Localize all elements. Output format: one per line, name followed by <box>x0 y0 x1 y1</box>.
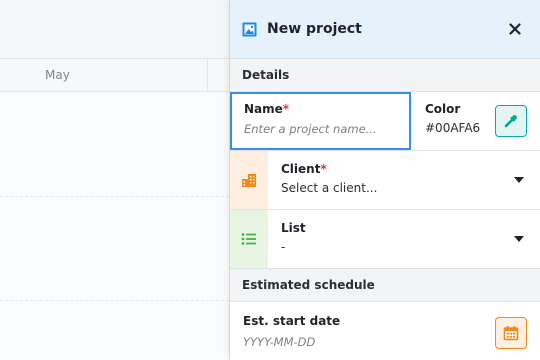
close-icon <box>509 23 521 35</box>
client-icon-cell <box>230 151 268 209</box>
section-details: Details <box>230 59 540 92</box>
client-label: Client* <box>281 162 540 176</box>
list-select[interactable]: List - <box>230 210 540 269</box>
background-app: May <box>0 0 229 360</box>
color-field: Color #00AFA6 <box>411 92 540 150</box>
name-field[interactable]: Name* <box>230 92 411 150</box>
section-estimated-schedule: Estimated schedule <box>230 269 540 302</box>
chevron-down-icon <box>514 236 524 242</box>
timeline-gridline <box>0 196 229 197</box>
client-value: Select a client... <box>281 181 378 195</box>
name-input[interactable] <box>244 122 404 136</box>
timeline-header <box>0 59 229 92</box>
list-select-body[interactable]: List - <box>268 210 540 268</box>
start-date-input[interactable] <box>243 335 423 349</box>
building-icon <box>241 172 257 188</box>
month-label: May <box>45 68 70 82</box>
list-icon-cell <box>230 210 268 268</box>
color-picker-button[interactable] <box>495 105 527 137</box>
timeline-divider <box>207 59 208 92</box>
panel-header: New project <box>230 0 540 59</box>
client-label-text: Client <box>281 162 321 176</box>
list-value: - <box>281 240 286 254</box>
background-topbar <box>0 0 229 59</box>
timeline-gridline <box>0 300 229 301</box>
close-button[interactable] <box>504 18 526 40</box>
name-label-text: Name <box>244 102 283 116</box>
list-icon <box>241 232 257 246</box>
calendar-icon <box>503 325 519 341</box>
image-icon <box>242 22 257 37</box>
start-date-field[interactable]: Est. start date <box>230 302 540 360</box>
client-select[interactable]: Client* Select a client... <box>230 151 540 210</box>
new-project-panel: New project Details Name* Color #00AFA6 <box>229 0 540 360</box>
calendar-button[interactable] <box>495 317 527 349</box>
name-label: Name* <box>244 102 409 116</box>
client-select-body[interactable]: Client* Select a client... <box>268 151 540 209</box>
eyedropper-icon <box>503 113 519 129</box>
required-mark: * <box>320 162 327 176</box>
name-color-row: Name* Color #00AFA6 <box>230 92 540 151</box>
list-label: List <box>281 221 306 235</box>
panel-title: New project <box>267 21 362 37</box>
required-mark: * <box>282 102 290 116</box>
chevron-down-icon <box>514 177 524 183</box>
